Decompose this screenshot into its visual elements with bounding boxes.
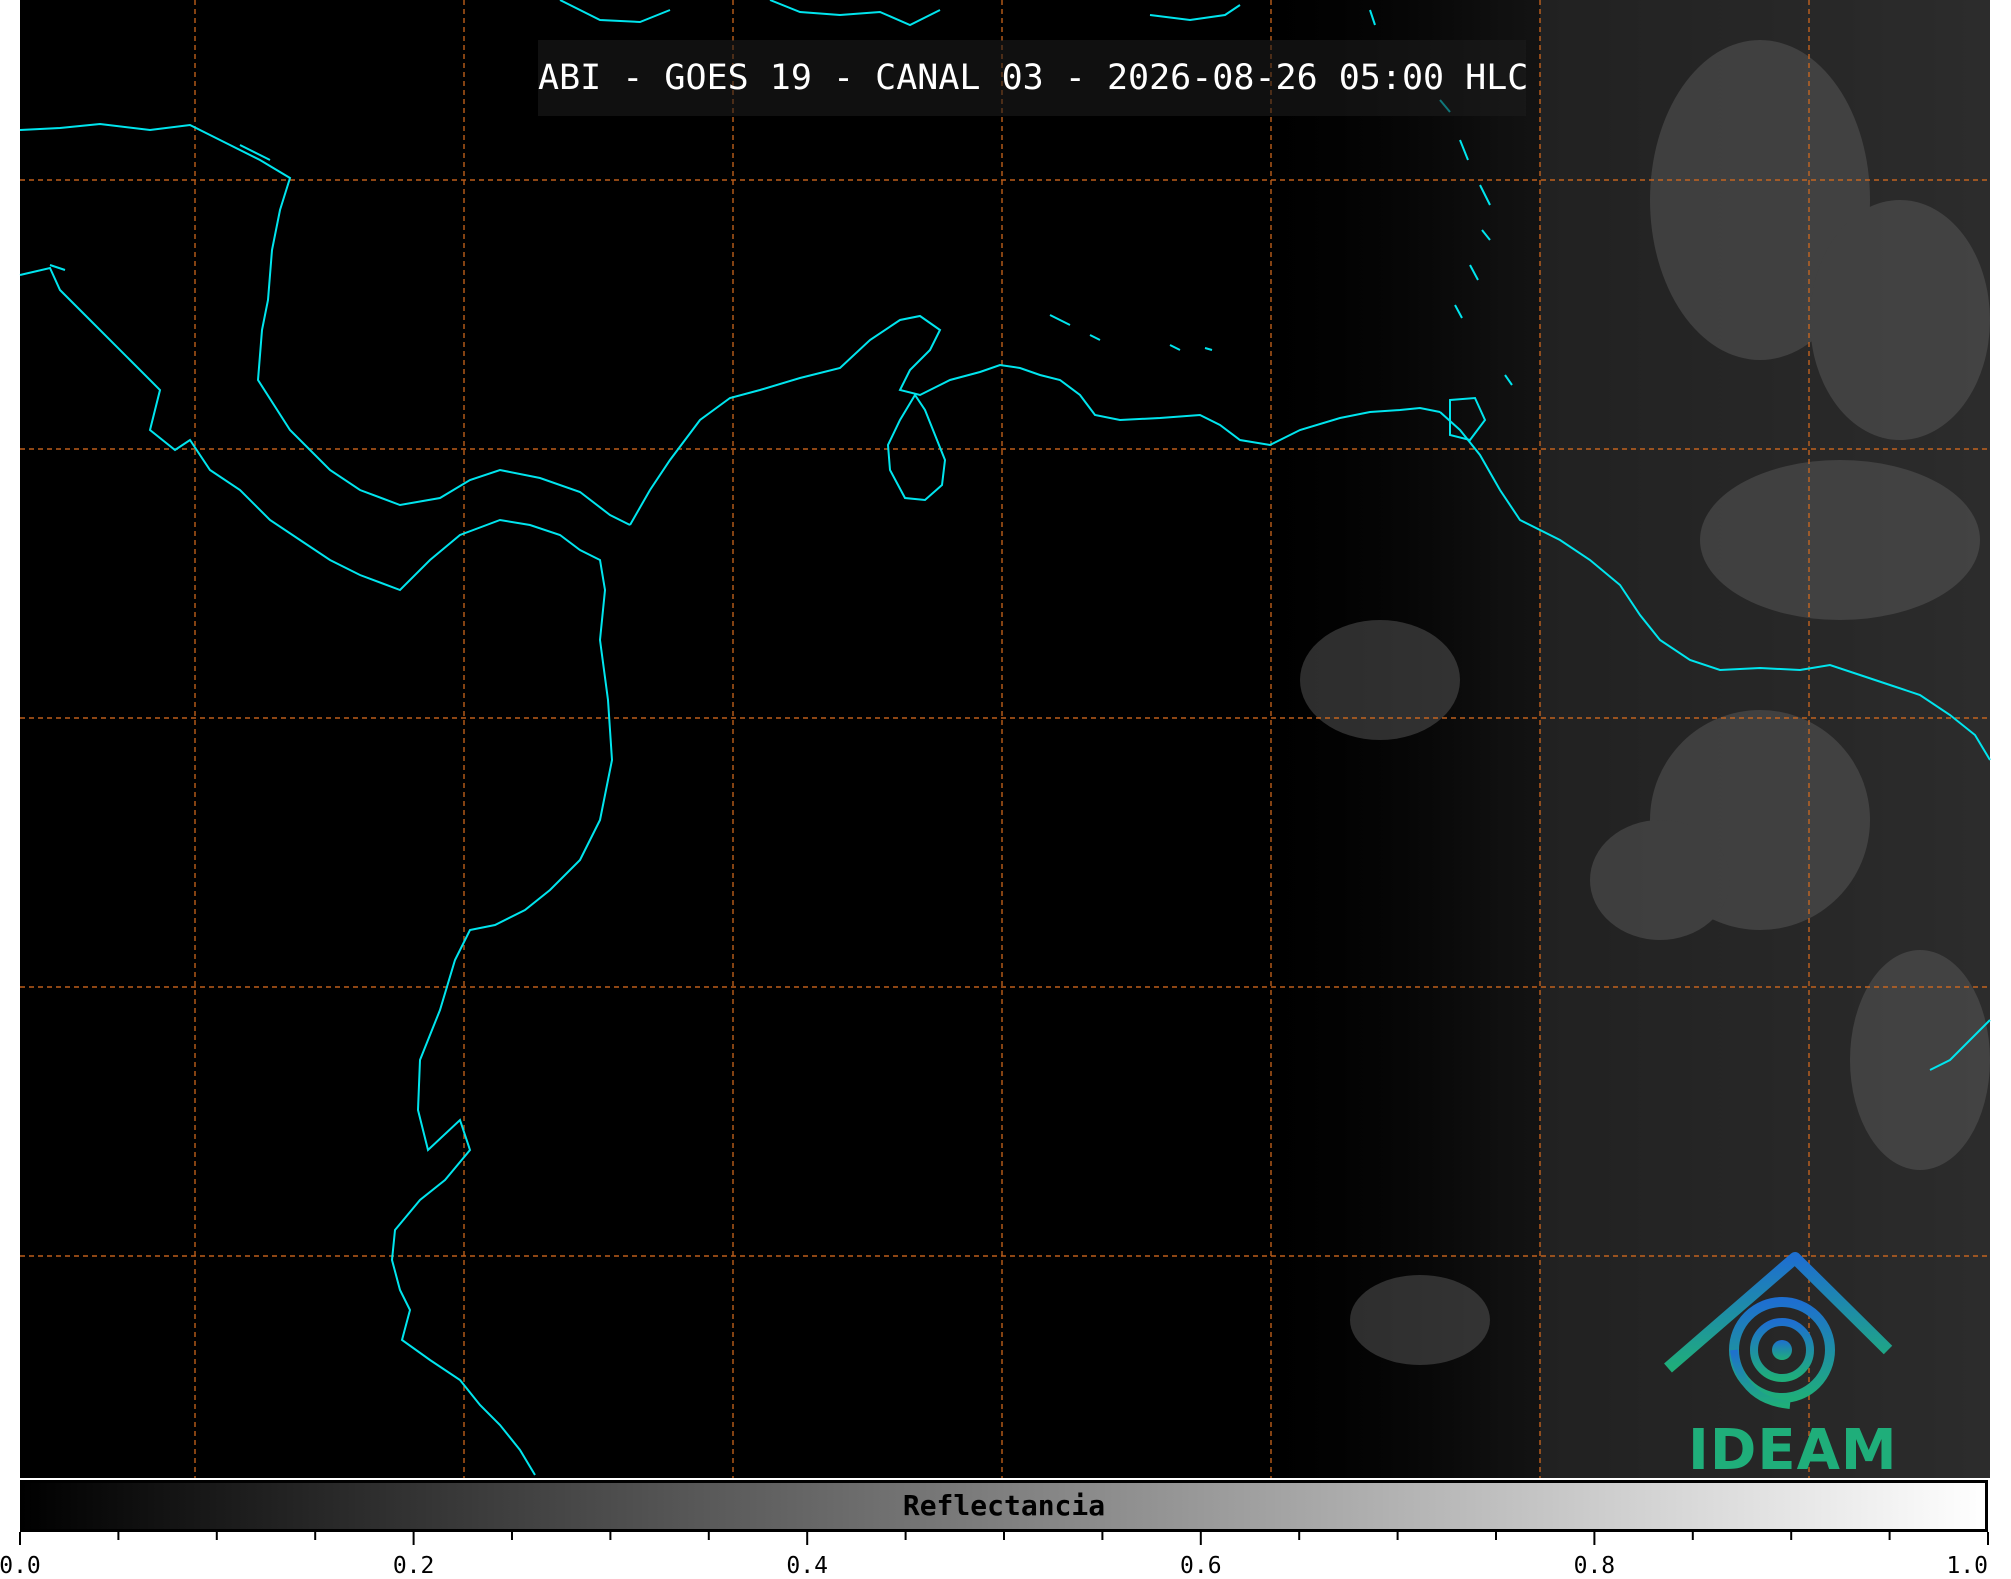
ideam-logo-text: IDEAM xyxy=(1688,1418,1898,1483)
colorbar-ticks xyxy=(19,1532,1989,1545)
colorbar-tick-label: 0.4 xyxy=(786,1553,828,1579)
colorbar-tick-label: 0.6 xyxy=(1180,1553,1222,1579)
colorbar-tick-label: 0.2 xyxy=(392,1553,435,1579)
colorbar-label: Reflectancia xyxy=(902,1489,1106,1522)
satellite-map xyxy=(19,0,1991,1545)
colorbar-tick-label: 1.0 xyxy=(1946,1553,1988,1579)
map-title: ABI - GOES 19 - CANAL 03 - 2026-08-26 05… xyxy=(538,58,1529,98)
colorbar-tick-label: 0.0 xyxy=(0,1553,41,1579)
colorbar-tick-label: 0.8 xyxy=(1573,1553,1616,1579)
